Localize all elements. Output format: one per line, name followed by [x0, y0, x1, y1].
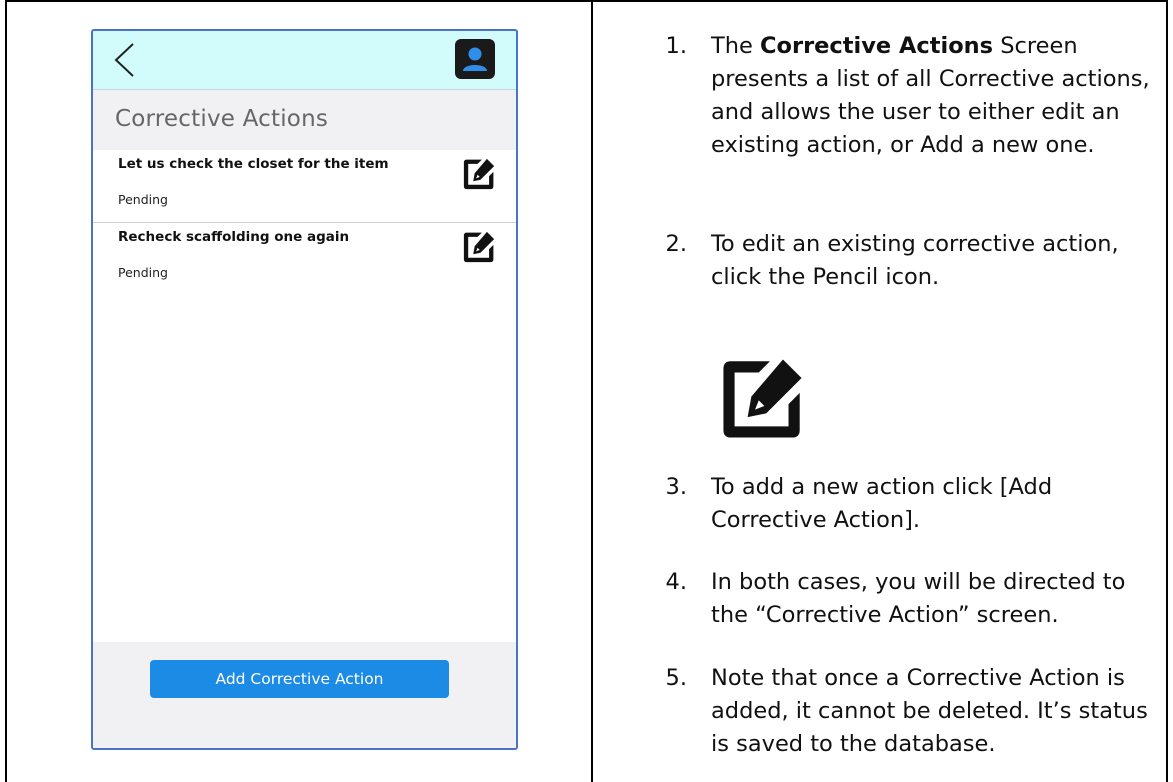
step-text-prefix: The — [711, 33, 760, 59]
column-divider — [591, 0, 593, 782]
edit-pencil-icon — [723, 359, 802, 438]
page-title: Corrective Actions — [115, 106, 329, 132]
action-status: Pending — [118, 192, 168, 207]
step-text: Note that once a Corrective Action is ad… — [711, 665, 1148, 757]
profile-icon[interactable] — [455, 39, 495, 79]
action-title: Recheck scaffolding one again — [118, 229, 350, 245]
step-number: 1. — [665, 33, 687, 59]
app-header — [93, 31, 516, 90]
step-text-bold: Corrective Actions — [760, 33, 994, 59]
step-number: 3. — [665, 474, 687, 500]
step-text: In both cases, you will be directed to t… — [711, 569, 1126, 628]
step-number: 2. — [665, 231, 687, 257]
user-avatar-icon — [463, 47, 487, 71]
list-item[interactable]: Recheck scaffolding one again Pending — [93, 223, 516, 295]
back-chevron-icon[interactable] — [111, 40, 137, 80]
step-number: 5. — [665, 665, 687, 691]
step-text: To add a new action click [Add Correctiv… — [711, 474, 1053, 533]
edit-pencil-icon[interactable] — [461, 229, 497, 265]
edit-pencil-icon[interactable] — [461, 156, 497, 192]
list-item[interactable]: Let us check the closet for the item Pen… — [93, 150, 516, 223]
step-text: To edit an existing corrective action, c… — [711, 231, 1119, 290]
phone-screen: Corrective Actions Let us check the clos… — [91, 29, 518, 750]
step-text: The Corrective Actions Screen presents a… — [711, 30, 1161, 162]
step-number: 4. — [665, 569, 687, 595]
add-corrective-action-button[interactable]: Add Corrective Action — [150, 660, 449, 698]
action-title: Let us check the closet for the item — [118, 156, 389, 172]
action-status: Pending — [118, 265, 168, 280]
